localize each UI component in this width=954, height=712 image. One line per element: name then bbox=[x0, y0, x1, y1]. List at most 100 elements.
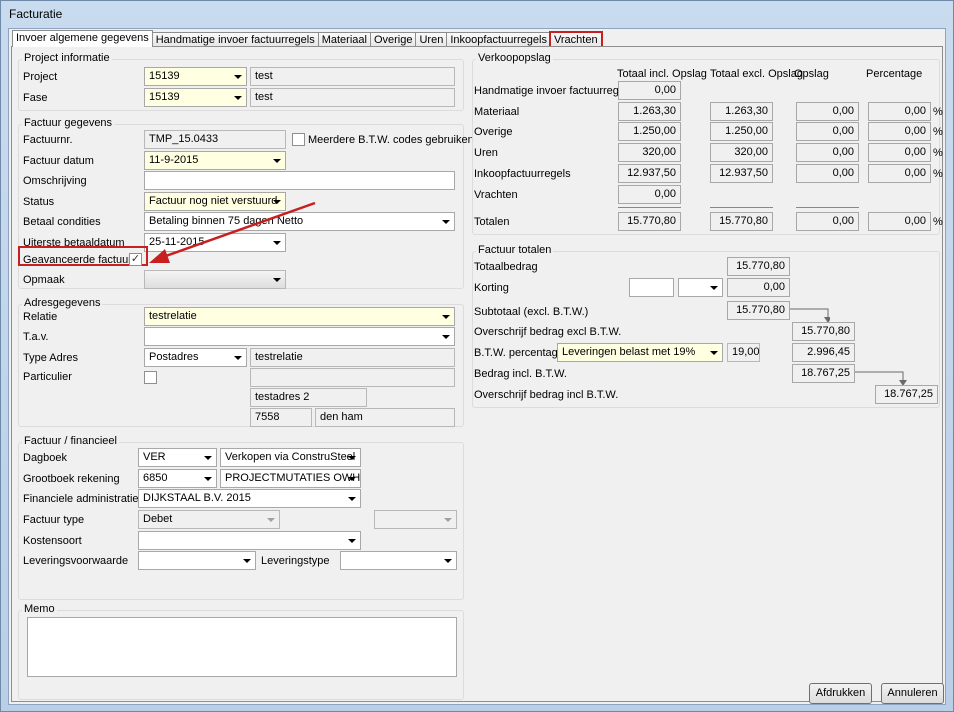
factuur-group-title: Factuur gegevens bbox=[22, 117, 115, 129]
opslag-incl-field: 1.250,00 bbox=[618, 122, 681, 141]
overschrijf-excl-field: 15.770,80 bbox=[792, 322, 855, 341]
leveringstype-label: Leveringstype bbox=[261, 555, 330, 567]
fase-label: Fase bbox=[23, 92, 48, 104]
financiele-administraties-select[interactable]: DIJKSTAAL B.V. 2015 bbox=[138, 489, 361, 508]
window-title: Facturatie bbox=[9, 7, 63, 21]
btw-bedrag-field: 2.996,45 bbox=[792, 343, 855, 362]
afdrukken-button[interactable]: Afdrukken bbox=[809, 683, 872, 704]
btw-percentage-label: B.T.W. percentage bbox=[474, 347, 564, 359]
opmaak-label: Opmaak bbox=[23, 274, 65, 286]
opslag-excl-field: 12.937,50 bbox=[710, 164, 773, 183]
meerdere-btw-checkbox[interactable] bbox=[292, 133, 305, 146]
opslag-opslag-field: 0,00 bbox=[796, 122, 859, 141]
subtotaal-label: Subtotaal (excl. B.T.W.) bbox=[474, 306, 589, 318]
relatie-label: Relatie bbox=[23, 311, 58, 323]
percent-sign: % bbox=[933, 106, 943, 118]
totalen-group-title: Factuur totalen bbox=[476, 244, 554, 256]
project-select[interactable]: 15139 bbox=[144, 67, 247, 86]
percent-sign: % bbox=[933, 147, 943, 159]
particulier-label: Particulier bbox=[23, 371, 72, 383]
leveringsvoorwaarde-select[interactable] bbox=[138, 551, 256, 570]
totals-separator bbox=[796, 207, 859, 208]
kostensoort-label: Kostensoort bbox=[23, 535, 82, 547]
opslag-row-label: Vrachten bbox=[474, 189, 518, 201]
postcode-field: 7558 bbox=[250, 408, 312, 427]
factuurnr-field: TMP_15.0433 bbox=[144, 130, 286, 149]
opslag-totaal-incl: 15.770,80 bbox=[618, 212, 681, 231]
dialog-client: Invoer algemene gegevens Handmatige invo… bbox=[8, 28, 946, 705]
financiele-administraties-label: Financiele administraties bbox=[23, 493, 145, 505]
opslag-incl-field: 1.263,30 bbox=[618, 102, 681, 121]
project-label: Project bbox=[23, 71, 58, 83]
overschrijf-excl-label: Overschrijf bedrag excl B.T.W. bbox=[474, 326, 622, 338]
fase-name-field: test bbox=[250, 88, 455, 107]
type-adres-select[interactable]: Postadres bbox=[144, 348, 247, 367]
opslag-excl-field: 320,00 bbox=[710, 143, 773, 162]
totals-separator bbox=[710, 207, 773, 208]
korting-label: Korting bbox=[474, 282, 509, 294]
memo-group-title: Memo bbox=[22, 603, 57, 615]
status-label: Status bbox=[23, 196, 55, 208]
korting-field: 0,00 bbox=[727, 278, 790, 297]
korting-type-select[interactable] bbox=[678, 278, 723, 297]
opslag-opslag-field: 0,00 bbox=[796, 143, 859, 162]
memo-textarea[interactable] bbox=[27, 617, 457, 677]
totaalbedrag-field: 15.770,80 bbox=[727, 257, 790, 276]
overschrijf-incl-field: 18.767,25 bbox=[875, 385, 938, 404]
omschrijving-input[interactable] bbox=[144, 171, 455, 190]
opslag-pct-field: 0,00 bbox=[868, 122, 931, 141]
dagboek-code-select[interactable]: VER bbox=[138, 448, 217, 467]
particulier-checkbox[interactable] bbox=[144, 371, 157, 384]
opslag-opslag-field: 0,00 bbox=[796, 164, 859, 183]
annuleren-button[interactable]: Annuleren bbox=[881, 683, 944, 704]
grootboek-code-select[interactable]: 6850 bbox=[138, 469, 217, 488]
bedrag-incl-field: 18.767,25 bbox=[792, 364, 855, 383]
financieel-group-title: Factuur / financieel bbox=[22, 435, 119, 447]
opslag-excl-field: 1.263,30 bbox=[710, 102, 773, 121]
omschrijving-label: Omschrijving bbox=[23, 175, 87, 187]
percent-sign: % bbox=[933, 168, 943, 180]
type-adres-label: Type Adres bbox=[23, 352, 79, 364]
dagboek-label: Dagboek bbox=[23, 452, 68, 464]
tab-invoer-algemene-gegevens[interactable]: Invoer algemene gegevens bbox=[12, 30, 153, 47]
betaal-condities-label: Betaal condities bbox=[23, 216, 101, 228]
factuur-datum-picker[interactable]: 11-9-2015 bbox=[144, 151, 286, 170]
relatie-select[interactable]: testrelatie bbox=[144, 307, 455, 326]
grootboek-name-select[interactable]: PROJECTMUTATIES OWH CON bbox=[220, 469, 361, 488]
factuur-type-extra-select[interactable] bbox=[374, 510, 457, 529]
subtotaal-field: 15.770,80 bbox=[727, 301, 790, 320]
dagboek-name-select[interactable]: Verkopen via ConstruSteel bbox=[220, 448, 361, 467]
percent-sign: % bbox=[933, 126, 943, 138]
btw-percentage-field: 19,00 bbox=[727, 343, 760, 362]
leveringstype-select[interactable] bbox=[340, 551, 457, 570]
header-percentage: Percentage bbox=[866, 68, 923, 80]
adres-group-title: Adresgegevens bbox=[22, 297, 103, 309]
opslag-totaal-pct: 0,00 bbox=[868, 212, 931, 231]
opslag-pct-field: 0,00 bbox=[868, 143, 931, 162]
adres-straat-field: testadres 2 bbox=[250, 388, 367, 407]
fase-select[interactable]: 15139 bbox=[144, 88, 247, 107]
bedrag-incl-label: Bedrag incl. B.T.W. bbox=[474, 368, 567, 380]
factuur-type-label: Factuur type bbox=[23, 514, 85, 526]
factuur-type-select[interactable]: Debet bbox=[138, 510, 280, 529]
opslag-pct-field: 0,00 bbox=[868, 102, 931, 121]
facturatie-window: Facturatie Invoer algemene gegevens Hand… bbox=[0, 0, 954, 712]
adres-regel2-field bbox=[250, 368, 455, 387]
korting-input[interactable] bbox=[629, 278, 674, 297]
opslag-totalen-label: Totalen bbox=[474, 216, 510, 228]
factuur-datum-label: Factuur datum bbox=[23, 155, 94, 167]
opslag-row-label: Materiaal bbox=[474, 106, 520, 118]
totals-separator bbox=[618, 207, 681, 208]
adres-naam-field: testrelatie bbox=[250, 348, 455, 367]
kostensoort-select[interactable] bbox=[138, 531, 361, 550]
header-totaal-excl: Totaal excl. Opslag bbox=[710, 68, 803, 80]
header-totaal-incl: Totaal incl. Opslag bbox=[617, 68, 707, 80]
plaats-field: den ham bbox=[315, 408, 455, 427]
btw-percentage-select[interactable]: Leveringen belast met 19% bbox=[557, 343, 723, 362]
opslag-incl-field: 0,00 bbox=[618, 185, 681, 204]
tav-select[interactable] bbox=[144, 327, 455, 346]
totaalbedrag-label: Totaalbedrag bbox=[474, 261, 538, 273]
overschrijf-incl-label: Overschrijf bedrag incl B.T.W. bbox=[474, 389, 619, 401]
opslag-totaal-opslag: 0,00 bbox=[796, 212, 859, 231]
opslag-opslag-field: 0,00 bbox=[796, 102, 859, 121]
